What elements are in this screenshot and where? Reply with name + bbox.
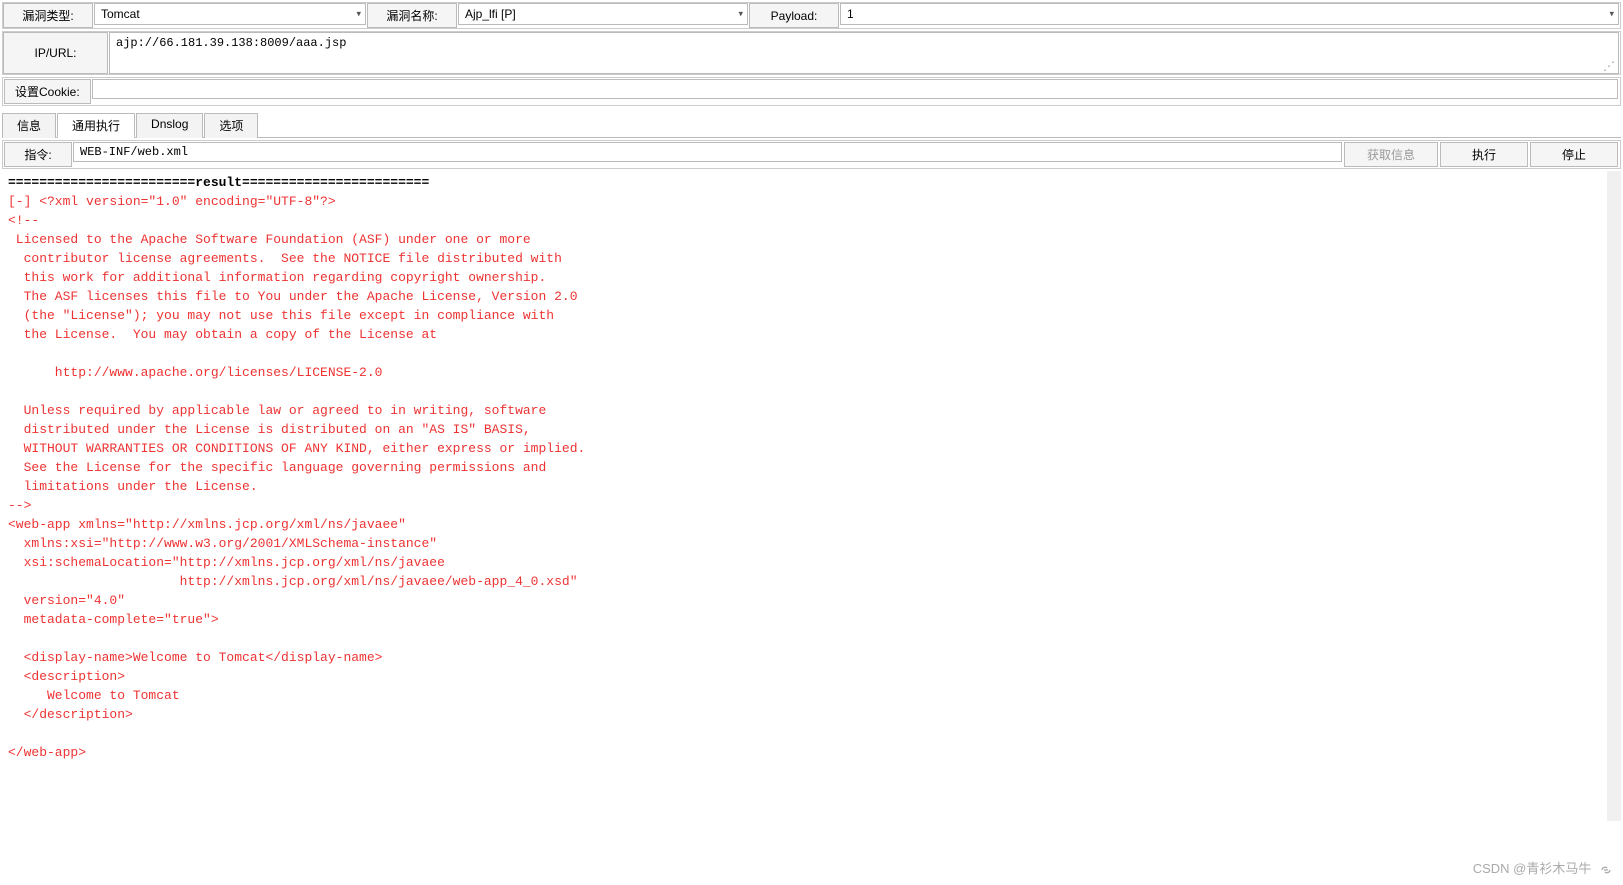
scrollbar-thumb[interactable] — [1607, 171, 1621, 251]
command-label: 指令: — [4, 142, 72, 167]
payload-select[interactable]: 1 ▾ — [840, 3, 1619, 25]
tab-info[interactable]: 信息 — [2, 113, 56, 138]
get-info-button[interactable]: 获取信息 — [1344, 142, 1438, 167]
chevron-down-icon: ▾ — [356, 9, 361, 20]
tabs-bar: 信息 通用执行 Dnslog 选项 — [2, 112, 1621, 138]
stop-button[interactable]: 停止 — [1530, 142, 1618, 167]
url-value: ajp://66.181.39.138:8009/aaa.jsp — [116, 36, 346, 50]
tab-options[interactable]: 选项 — [204, 113, 258, 138]
cookie-input[interactable] — [92, 79, 1618, 99]
chevron-down-icon: ▾ — [738, 9, 743, 20]
vuln-name-value: Ajp_lfi [P] — [465, 7, 516, 21]
command-input[interactable]: WEB-INF/web.xml — [73, 142, 1342, 162]
vuln-type-value: Tomcat — [101, 7, 140, 21]
result-header: ========================result==========… — [8, 175, 429, 190]
url-label: IP/URL: — [3, 32, 108, 74]
vuln-name-select[interactable]: Ajp_lfi [P] ▾ — [458, 3, 748, 25]
result-body: [-] <?xml version="1.0" encoding="UTF-8"… — [8, 194, 585, 760]
cookie-row: 设置Cookie: — [2, 77, 1621, 106]
chevron-down-icon: ▾ — [1609, 9, 1614, 20]
watermark: CSDN @青衫木马牛 — [1473, 858, 1613, 877]
command-value: WEB-INF/web.xml — [80, 145, 188, 159]
result-output[interactable]: ========================result==========… — [2, 171, 1621, 821]
execute-button[interactable]: 执行 — [1440, 142, 1528, 167]
url-input[interactable]: ajp://66.181.39.138:8009/aaa.jsp ⋰ — [109, 32, 1619, 74]
cookie-label: 设置Cookie: — [4, 79, 91, 104]
tab-dnslog[interactable]: Dnslog — [136, 113, 203, 138]
top-filter-row: 漏洞类型: Tomcat ▾ 漏洞名称: Ajp_lfi [P] ▾ Paylo… — [2, 2, 1621, 29]
tab-exec[interactable]: 通用执行 — [57, 113, 135, 138]
resize-handle-icon[interactable]: ⋰ — [1603, 64, 1615, 70]
payload-value: 1 — [847, 7, 854, 21]
link-icon — [1599, 863, 1613, 877]
payload-label: Payload: — [749, 3, 839, 28]
command-row: 指令: WEB-INF/web.xml 获取信息 执行 停止 — [2, 140, 1621, 169]
url-row: IP/URL: ajp://66.181.39.138:8009/aaa.jsp… — [2, 31, 1621, 75]
vuln-type-select[interactable]: Tomcat ▾ — [94, 3, 366, 25]
vuln-type-label: 漏洞类型: — [3, 3, 93, 28]
vuln-name-label: 漏洞名称: — [367, 3, 457, 28]
